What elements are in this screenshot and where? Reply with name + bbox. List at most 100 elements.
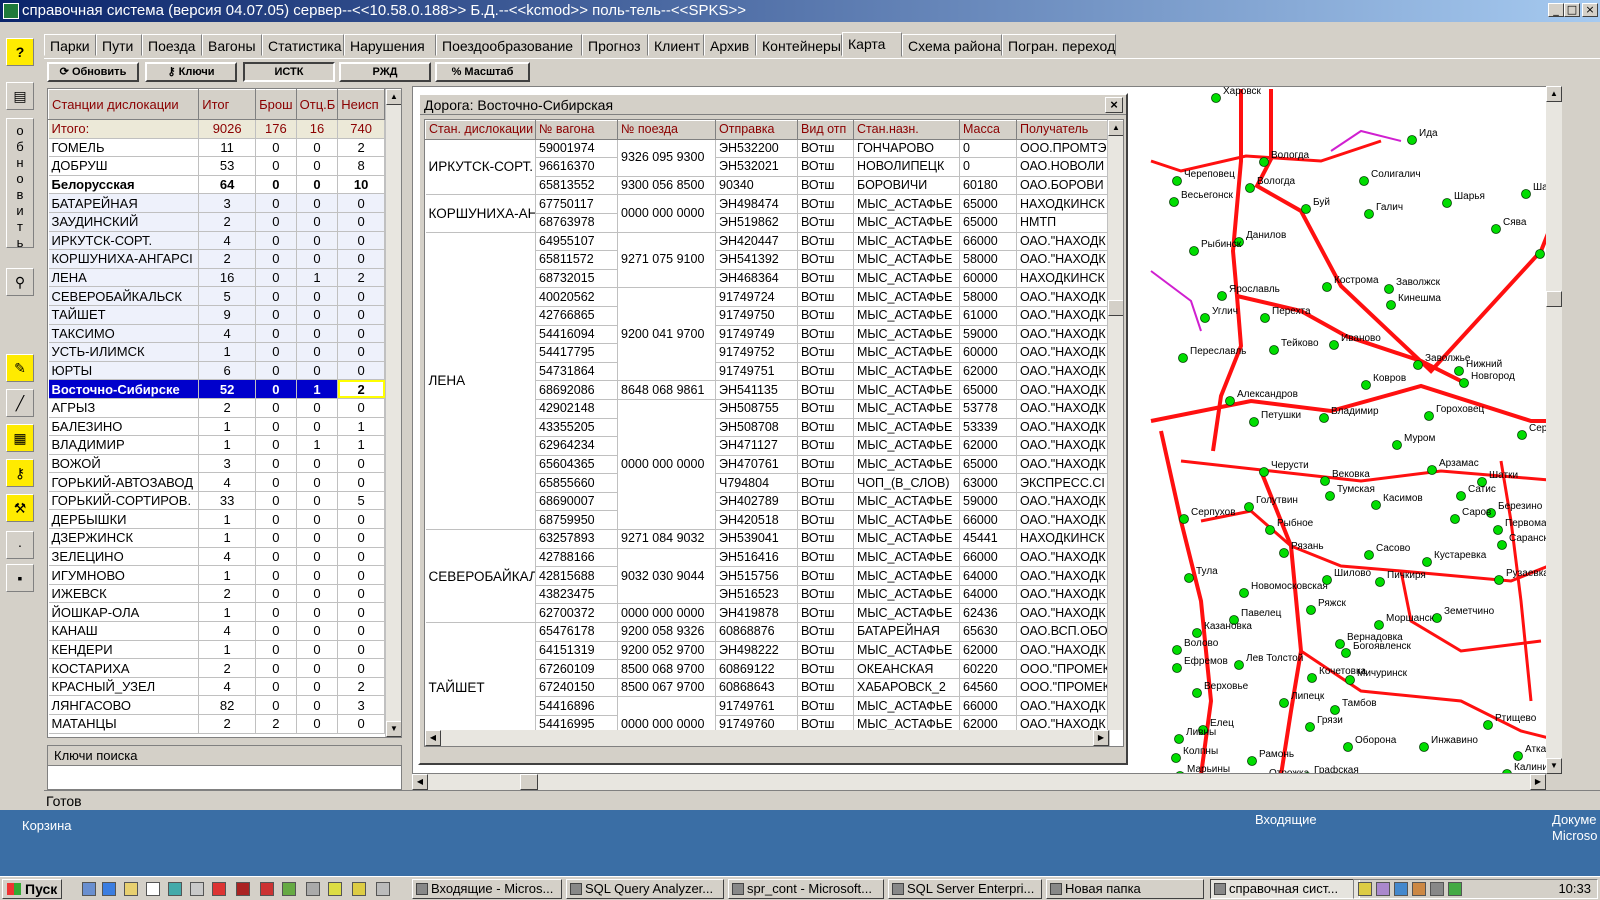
close-button[interactable]: × xyxy=(1582,3,1598,17)
wagons-header-6[interactable]: Масса xyxy=(959,120,1017,140)
station-marker[interactable] xyxy=(1341,648,1351,658)
stations-header-1[interactable]: Итог xyxy=(198,89,257,120)
station-marker[interactable] xyxy=(1450,514,1460,524)
scale-button[interactable]: % Масштаб xyxy=(435,62,530,82)
wagons-header-2[interactable]: № поезда xyxy=(617,120,716,140)
station-marker[interactable] xyxy=(1247,756,1257,766)
tab-10[interactable]: Контейнеры xyxy=(756,34,842,56)
station-row[interactable]: ЗАУДИНСКИЙ 2 0 0 0 xyxy=(48,212,385,232)
station-marker[interactable] xyxy=(1483,720,1493,730)
station-marker[interactable] xyxy=(1535,249,1545,259)
station-marker[interactable] xyxy=(1419,742,1429,752)
station-marker[interactable] xyxy=(1521,189,1531,199)
inbox-desktop-label[interactable]: Входящие xyxy=(1255,812,1317,827)
station-marker[interactable] xyxy=(1371,500,1381,510)
taskbar-task-5[interactable]: справочная сист... xyxy=(1210,879,1360,899)
station-row[interactable]: ЮРТЫ 6 0 0 0 xyxy=(48,361,385,381)
wagons-vscroll-thumb[interactable] xyxy=(1108,300,1123,316)
station-marker[interactable] xyxy=(1265,525,1275,535)
station-marker[interactable] xyxy=(1456,491,1466,501)
clock[interactable]: 10:33 xyxy=(1558,880,1591,898)
station-marker[interactable] xyxy=(1259,157,1269,167)
station-marker[interactable] xyxy=(1174,734,1184,744)
refresh-vertical-button[interactable]: обновить xyxy=(6,118,34,250)
station-marker[interactable] xyxy=(1359,176,1369,186)
taskbar-task-3[interactable]: SQL Server Enterpri... xyxy=(888,879,1042,899)
station-marker[interactable] xyxy=(1413,360,1423,370)
taskbar-task-2[interactable]: spr_cont - Microsoft... xyxy=(728,879,884,899)
station-row[interactable]: КЕНДЕРИ 1 0 0 0 xyxy=(48,640,385,660)
station-marker[interactable] xyxy=(1239,588,1249,598)
tab-5[interactable]: Нарушения xyxy=(344,34,436,56)
station-marker[interactable] xyxy=(1422,557,1432,567)
station-marker[interactable] xyxy=(1374,620,1384,630)
station-marker[interactable] xyxy=(1517,430,1527,440)
station-row[interactable]: ДЗЕРЖИНСК 1 0 0 0 xyxy=(48,528,385,548)
ie-icon[interactable] xyxy=(102,882,116,896)
station-marker[interactable] xyxy=(1322,575,1332,585)
line-icon[interactable]: ╱ xyxy=(6,389,34,417)
minimize-button[interactable]: _ xyxy=(1548,3,1564,17)
station-marker[interactable] xyxy=(1171,753,1181,763)
station-row[interactable]: ЙОШКАР-ОЛА 1 0 0 0 xyxy=(48,602,385,623)
taskbar-task-4[interactable]: Новая папка xyxy=(1046,879,1204,899)
station-marker[interactable] xyxy=(1386,300,1396,310)
tray-icon-5[interactable] xyxy=(1430,882,1444,896)
tray-icon-1[interactable] xyxy=(1358,882,1372,896)
stations-header-3[interactable]: Отц.Б xyxy=(295,89,339,120)
station-marker[interactable] xyxy=(1172,663,1182,673)
station-row[interactable]: ИРКУТСК-СОРТ. 4 0 0 0 xyxy=(48,231,385,251)
station-marker[interactable] xyxy=(1192,628,1202,638)
wagons-header-0[interactable]: Стан. дислокации xyxy=(425,120,536,140)
station-row[interactable]: ВЛАДИМИР 1 0 1 1 xyxy=(48,435,385,455)
app-quick-icon[interactable] xyxy=(168,882,182,896)
station-row[interactable]: БАЛЕЗИНО 1 0 0 1 xyxy=(48,417,385,437)
network-icon[interactable] xyxy=(282,882,296,896)
station-marker[interactable] xyxy=(1184,573,1194,583)
station-marker[interactable] xyxy=(1305,722,1315,732)
station-row[interactable]: УСТЬ-ИЛИМСК 1 0 0 0 xyxy=(48,342,385,362)
station-marker[interactable] xyxy=(1345,675,1355,685)
tool-quick-icon[interactable] xyxy=(190,882,204,896)
tray-icon-4[interactable] xyxy=(1412,882,1426,896)
map-vscroll[interactable]: ▲ ▼ xyxy=(1546,86,1562,774)
tray-icon-2[interactable] xyxy=(1376,882,1390,896)
wagon-row[interactable]: ТАЙШЕТ 65476178 9200 058 9326 60868876 ВОтш Б… xyxy=(425,622,1110,746)
outlook-icon[interactable] xyxy=(124,882,138,896)
station-row[interactable]: Итого: 9026 176 16 740 xyxy=(48,119,385,139)
tab-3[interactable]: Вагоны xyxy=(202,34,262,56)
station-marker[interactable] xyxy=(1320,476,1330,486)
station-marker[interactable] xyxy=(1343,742,1353,752)
wagons-hscroll[interactable]: ◀ ▶ xyxy=(425,730,1109,746)
station-marker[interactable] xyxy=(1259,467,1269,477)
tab-2[interactable]: Поезда xyxy=(142,34,202,56)
station-row[interactable]: ДЕРБЫШКИ 1 0 0 0 xyxy=(48,509,385,530)
station-marker[interactable] xyxy=(1169,197,1179,207)
station-marker[interactable] xyxy=(1375,577,1385,587)
station-marker[interactable] xyxy=(1424,411,1434,421)
station-row[interactable]: ИГУМНОВО 1 0 0 0 xyxy=(48,565,385,585)
tab-9[interactable]: Архив xyxy=(704,34,756,56)
station-row[interactable]: КРАСНЫЙ_УЗЕЛ 4 0 0 2 xyxy=(48,677,385,697)
station-row[interactable]: ГОРЬКИЙ-АВТОЗАВОД 4 0 0 0 xyxy=(48,472,385,492)
istk-button[interactable]: ИСТК xyxy=(243,62,335,82)
station-marker[interactable] xyxy=(1234,660,1244,670)
station-marker[interactable] xyxy=(1211,93,1221,103)
map-hscroll-thumb[interactable] xyxy=(520,774,538,790)
stations-scrollbar[interactable]: ▲ ▼ xyxy=(385,89,401,737)
docs-desktop-label[interactable]: Докуме Microso xyxy=(1552,812,1598,844)
station-row[interactable]: ВОЖОЙ 3 0 0 0 xyxy=(48,454,385,474)
station-row[interactable]: ГОРЬКИЙ-СОРТИРОВ. 33 0 0 5 xyxy=(48,491,385,511)
tab-8[interactable]: Клиент xyxy=(648,34,704,56)
pointer-icon[interactable]: · xyxy=(6,531,34,559)
wagons-header-1[interactable]: № вагона xyxy=(535,120,618,140)
station-marker[interactable] xyxy=(1192,688,1202,698)
station-row[interactable]: ЗЕЛЕЦИНО 4 0 0 0 xyxy=(48,547,385,567)
tab-11[interactable]: Карта xyxy=(842,32,902,57)
station-marker[interactable] xyxy=(1245,183,1255,193)
station-row[interactable]: ТАКСИМО 4 0 0 0 xyxy=(48,324,385,344)
wagon-row[interactable]: СЕВЕРОБАЙКАЛ 63257893 9271 084 9032 ЭН53904… xyxy=(425,529,1110,624)
dialog-close-button[interactable]: × xyxy=(1105,97,1123,113)
hammer-icon[interactable]: ⚒ xyxy=(6,494,34,522)
station-marker[interactable] xyxy=(1269,345,1279,355)
